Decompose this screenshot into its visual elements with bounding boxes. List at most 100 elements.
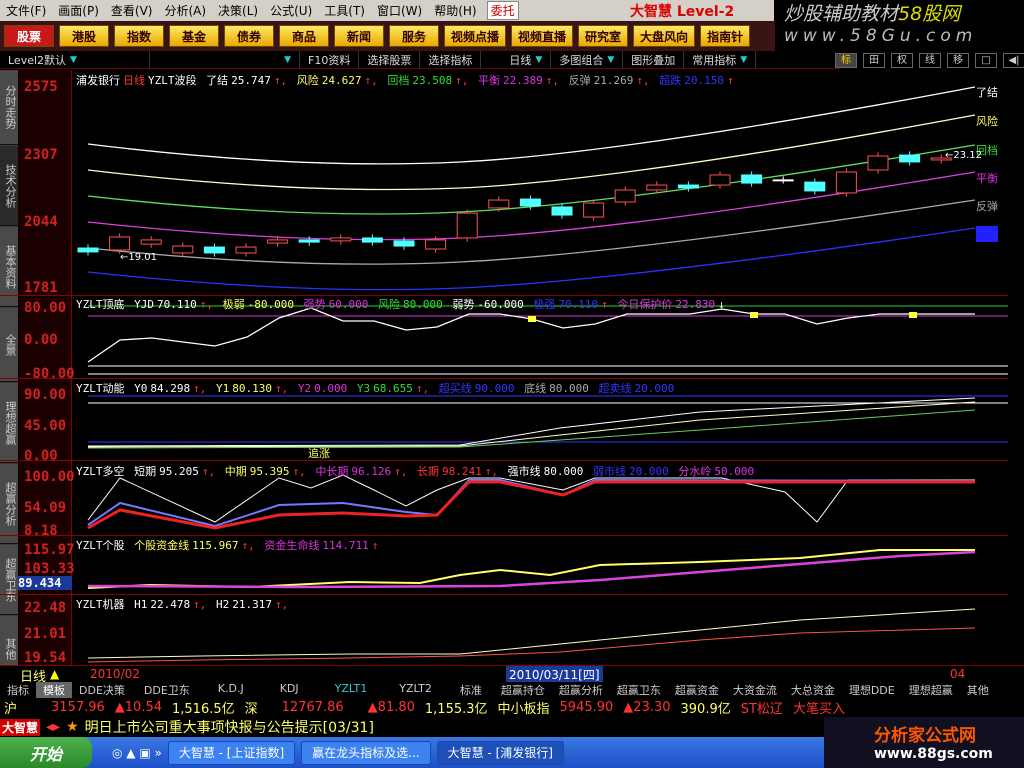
candle-body[interactable] (551, 206, 573, 216)
grid-button[interactable]: 田 (863, 53, 885, 68)
tab-indicator[interactable]: 指标 (0, 682, 36, 698)
candle-body[interactable] (899, 154, 921, 163)
tab-win-funds[interactable]: 超赢资金 (668, 682, 726, 698)
tab-yzlt1[interactable]: YZLT1 (319, 682, 384, 698)
overlay-button[interactable]: 图形叠加 (623, 50, 685, 69)
tab-other[interactable]: 其他 (960, 682, 996, 698)
candle-body[interactable] (361, 237, 383, 243)
btn-index[interactable]: 指数 (114, 25, 164, 47)
menu-file[interactable]: 文件(F) (0, 2, 52, 19)
btn-hk[interactable]: 港股 (59, 25, 109, 47)
candle-body[interactable] (140, 239, 162, 245)
f10-button[interactable]: F10资料 (300, 50, 360, 69)
btn-fund[interactable]: 基金 (169, 25, 219, 47)
task-pufa[interactable]: 大智慧 - [浦发银行] (436, 740, 564, 765)
period-select[interactable]: 日线 ▼ (481, 50, 552, 69)
scroll-arrows-icon[interactable]: ◂▸ (46, 719, 60, 735)
tab-win-analysis[interactable]: 超赢分析 (552, 682, 610, 698)
candle-body[interactable] (456, 212, 478, 239)
start-button[interactable]: 开始 (0, 737, 92, 768)
btn-commodity[interactable]: 商品 (279, 25, 329, 47)
btn-compass[interactable]: 指南针 (700, 25, 751, 47)
layout-select[interactable]: Level2默认 ▼ (0, 50, 150, 69)
candle-body[interactable] (77, 247, 99, 253)
candle-body[interactable] (267, 239, 289, 244)
triangle-icon[interactable]: ▲ (50, 667, 59, 681)
menu-help[interactable]: 帮助(H) (428, 2, 482, 19)
menu-view[interactable]: 查看(V) (105, 2, 159, 19)
multi-chart-select[interactable]: 多图组合 ▼ (551, 50, 624, 69)
candle-body[interactable] (488, 199, 510, 209)
btn-research[interactable]: 研究室 (578, 25, 629, 47)
select-stock-button[interactable]: 选择股票 (359, 50, 421, 69)
line-button[interactable]: 线 (919, 53, 941, 68)
rights-button[interactable]: 权 (891, 53, 913, 68)
restore-button[interactable]: □ (975, 53, 997, 68)
candle-body[interactable] (235, 246, 257, 254)
tab-panorama[interactable]: 全景 (0, 308, 18, 382)
tab-ideal-win[interactable]: 理想超赢 (0, 383, 18, 463)
btn-news[interactable]: 新闻 (334, 25, 384, 47)
btn-stocks[interactable]: 股票 (4, 25, 54, 47)
tab-win-guard[interactable]: 超赢卫东 (610, 682, 668, 698)
tab-win-analysis[interactable]: 超赢分析 (0, 464, 18, 544)
candle-body[interactable] (741, 174, 763, 184)
candle-body[interactable] (677, 184, 699, 189)
menu-formula[interactable]: 公式(U) (264, 2, 318, 19)
menu-window[interactable]: 窗口(W) (371, 2, 428, 19)
menu-view-screen[interactable]: 画面(P) (52, 2, 105, 19)
btn-bond[interactable]: 债券 (224, 25, 274, 47)
tab-technical[interactable]: 技术分析 (0, 146, 18, 226)
tab-kdj-dot[interactable]: K.D.J (202, 682, 260, 698)
candle-body[interactable] (519, 198, 541, 207)
btn-service[interactable]: 服务 (389, 25, 439, 47)
btn-market-direction[interactable]: 大盘风向 (633, 25, 696, 47)
tab-win-guard[interactable]: 超赢卫东 (0, 545, 18, 615)
stock-select[interactable]: ▼ (150, 50, 300, 69)
btn-video-live[interactable]: 视频直播 (511, 25, 574, 47)
btn-video-vod[interactable]: 视频点播 (444, 25, 507, 47)
candle-body[interactable] (867, 155, 889, 171)
tab-yzlt2[interactable]: YZLT2 (383, 682, 448, 698)
move-button[interactable]: 移 (947, 53, 969, 68)
tab-intraday[interactable]: 分时走势 (0, 70, 18, 145)
candle-body[interactable] (709, 174, 731, 186)
candle-body[interactable] (172, 245, 194, 254)
menu-decision[interactable]: 决策(L) (212, 2, 264, 19)
news-headline[interactable]: 明日上市公司重大事项快报与公告提示[03/31] (85, 717, 374, 737)
candle-body[interactable] (614, 189, 636, 203)
tab-dde-guard[interactable]: DDE卫东 (132, 682, 202, 698)
tab-ideal-win[interactable]: 理想超赢 (902, 682, 960, 698)
task-indicator[interactable]: 赢在龙头指标及选... (301, 740, 431, 765)
candle-body[interactable] (425, 239, 447, 250)
prev-button[interactable]: ◀| (1003, 53, 1024, 68)
tab-ideal-dde[interactable]: 理想DDE (842, 682, 902, 698)
candle-body[interactable] (109, 236, 131, 251)
common-indicator-select[interactable]: 常用指标 ▼ (684, 50, 757, 69)
quicklaunch-icons[interactable]: ◎ ▲ ▣ » (112, 746, 162, 760)
candle-body[interactable] (393, 240, 415, 247)
tab-template[interactable]: 模板 (36, 682, 72, 698)
task-sh-index[interactable]: 大智慧 - [上证指数] (167, 740, 296, 765)
tab-kdj[interactable]: KDJ (260, 682, 319, 698)
candle-body[interactable] (203, 246, 225, 254)
tab-big-flow[interactable]: 大资金流 (726, 682, 784, 698)
tab-win-position[interactable]: 超赢持仓 (494, 682, 552, 698)
candle-body[interactable] (330, 237, 352, 242)
candle-body[interactable] (583, 202, 605, 218)
select-indicator-button[interactable]: 选择指标 (420, 50, 482, 69)
entrust-button[interactable]: 委托 (486, 1, 519, 20)
tab-standard[interactable]: 标准 (448, 682, 494, 698)
candle-body[interactable] (772, 179, 794, 182)
menu-analysis[interactable]: 分析(A) (158, 2, 212, 19)
index-ticker[interactable]: 沪 3157.96 ▲10.54 1,516.5亿 深 12767.86 ▲81… (0, 698, 1024, 717)
candle-body[interactable] (298, 239, 320, 243)
candle-body[interactable] (646, 184, 668, 191)
candle-body[interactable] (835, 171, 857, 194)
tab-dde-decision[interactable]: DDE决策 (72, 682, 132, 698)
tab-big-total[interactable]: 大总资金 (784, 682, 842, 698)
mark-button[interactable]: 标 (835, 53, 857, 68)
menu-tools[interactable]: 工具(T) (318, 2, 371, 19)
kline-chart[interactable] (72, 70, 1008, 665)
candle-body[interactable] (804, 181, 826, 192)
